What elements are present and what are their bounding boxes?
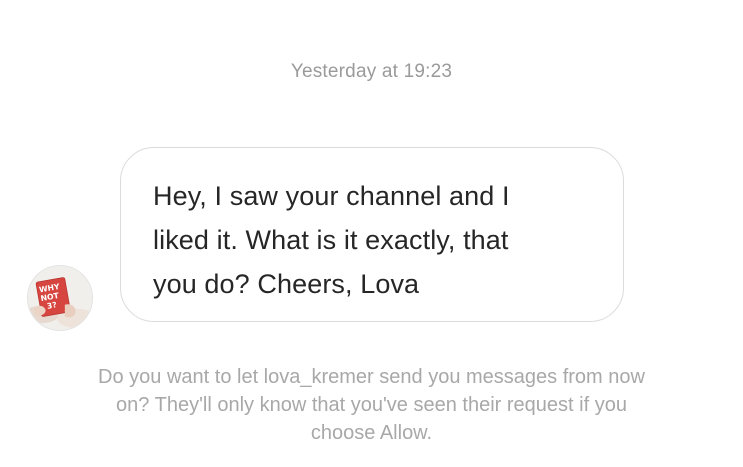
avatar-photo-text-3: 3?	[46, 300, 57, 311]
notice-line: choose Allow.	[310, 422, 433, 444]
message-line: liked it. What is it exactly, that	[153, 225, 509, 255]
notice-line: Do you want to let lova_kremer send you …	[98, 366, 645, 388]
message-request-screen: Yesterday at 19:23 WHY NOT 3? Hey, I saw…	[0, 0, 743, 467]
avatar-photo: WHY NOT 3?	[28, 266, 92, 330]
message-request-notice: Do you want to let lova_kremer send you …	[20, 363, 723, 447]
sender-avatar[interactable]: WHY NOT 3?	[27, 265, 93, 331]
message-line: Hey, I saw your channel and I	[153, 181, 510, 211]
message-timestamp: Yesterday at 19:23	[290, 61, 453, 82]
message-text: Hey, I saw your channel and I liked it. …	[153, 174, 593, 306]
message-line: you do? Cheers, Lova	[153, 269, 420, 299]
notice-line: on? They'll only know that you've seen t…	[116, 394, 627, 416]
message-bubble[interactable]: Hey, I saw your channel and I liked it. …	[120, 147, 624, 322]
